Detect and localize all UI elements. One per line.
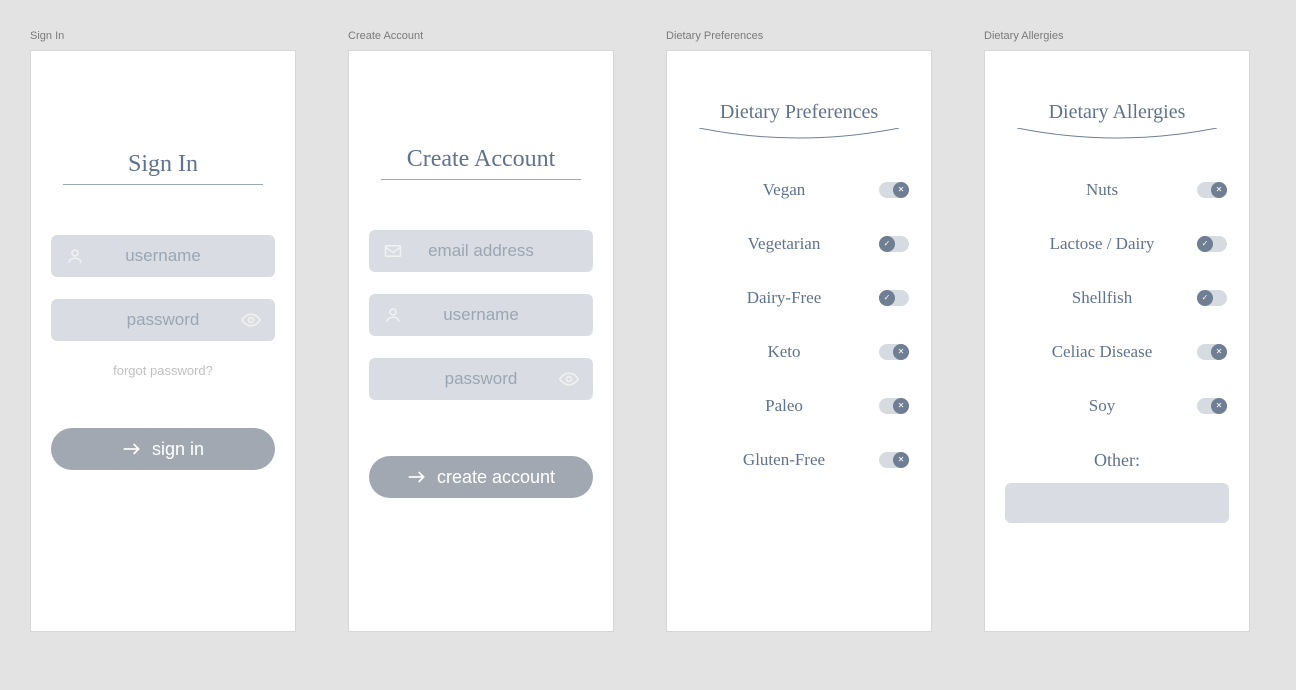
create-account-button-label: create account: [437, 467, 555, 488]
pref-toggle[interactable]: ✕: [879, 452, 909, 468]
create-account-button[interactable]: create account: [369, 456, 593, 498]
username-placeholder: username: [87, 246, 239, 266]
pref-label: Vegan: [689, 180, 879, 200]
decorative-divider-icon: [699, 128, 899, 140]
x-icon: ✕: [1211, 344, 1227, 360]
check-icon: ✓: [1197, 236, 1213, 252]
title-divider: [63, 184, 263, 185]
user-icon: [63, 247, 87, 265]
username-input[interactable]: username: [369, 294, 593, 336]
forgot-password-link[interactable]: forgot password?: [113, 363, 213, 378]
password-placeholder: password: [405, 369, 557, 389]
check-icon: ✓: [879, 290, 895, 306]
sign-in-button[interactable]: sign in: [51, 428, 275, 470]
dietary-preferences-screen: Dietary Preferences Vegan✕Vegetarian✓Dai…: [666, 50, 932, 632]
pref-row: Paleo ✕: [689, 396, 909, 416]
prefs-title: Dietary Preferences: [720, 101, 878, 124]
eye-icon[interactable]: [239, 313, 263, 327]
other-allergy-input[interactable]: [1005, 483, 1229, 523]
title-divider: [381, 179, 581, 180]
screen-label-allerg: Dietary Allergies: [984, 30, 1250, 42]
arrow-right-icon: [122, 442, 142, 456]
sign-in-button-label: sign in: [152, 439, 204, 460]
allergy-label: Nuts: [1007, 180, 1197, 200]
email-input[interactable]: email address: [369, 230, 593, 272]
x-icon: ✕: [1211, 398, 1227, 414]
allerg-title: Dietary Allergies: [1049, 101, 1186, 124]
pref-toggle[interactable]: ✕: [879, 344, 909, 360]
pref-row: Vegan ✕: [689, 180, 909, 200]
pref-toggle[interactable]: ✓: [879, 290, 909, 306]
allergy-label: Shellfish: [1007, 288, 1197, 308]
pref-row: Vegetarian✓: [689, 234, 909, 254]
username-placeholder: username: [405, 305, 557, 325]
pref-row: Gluten-Free ✕: [689, 450, 909, 470]
check-icon: ✓: [879, 236, 895, 252]
pref-label: Gluten-Free: [689, 450, 879, 470]
allergy-label: Celiac Disease: [1007, 342, 1197, 362]
pref-label: Keto: [689, 342, 879, 362]
create-account-screen: Create Account email address username pa…: [348, 50, 614, 632]
x-icon: ✕: [893, 182, 909, 198]
pref-toggle[interactable]: ✓: [879, 236, 909, 252]
pref-toggle[interactable]: ✕: [879, 182, 909, 198]
pref-label: Vegetarian: [689, 234, 879, 254]
x-icon: ✕: [1211, 182, 1227, 198]
pref-label: Paleo: [689, 396, 879, 416]
allergy-toggle[interactable]: ✓: [1197, 290, 1227, 306]
allergy-row: Soy ✕: [1007, 396, 1227, 416]
username-input[interactable]: username: [51, 235, 275, 277]
screen-label-prefs: Dietary Preferences: [666, 30, 932, 42]
allergy-toggle[interactable]: ✕: [1197, 398, 1227, 414]
decorative-divider-icon: [1017, 128, 1217, 140]
arrow-right-icon: [407, 470, 427, 484]
allergy-label: Soy: [1007, 396, 1197, 416]
x-icon: ✕: [893, 344, 909, 360]
check-icon: ✓: [1197, 290, 1213, 306]
pref-toggle[interactable]: ✕: [879, 398, 909, 414]
signin-title: Sign In: [128, 151, 198, 178]
x-icon: ✕: [893, 398, 909, 414]
allergy-toggle[interactable]: ✓: [1197, 236, 1227, 252]
other-label: Other:: [1094, 450, 1140, 471]
allergy-row: Lactose / Dairy✓: [1007, 234, 1227, 254]
password-placeholder: password: [87, 310, 239, 330]
dietary-allergies-screen: Dietary Allergies Nuts✕Lactose / Dairy✓S…: [984, 50, 1250, 632]
screen-label-signin: Sign In: [30, 30, 296, 42]
screen-label-create: Create Account: [348, 30, 614, 42]
eye-icon[interactable]: [557, 372, 581, 386]
allergy-row: Nuts ✕: [1007, 180, 1227, 200]
email-placeholder: email address: [405, 241, 557, 261]
create-title: Create Account: [407, 146, 556, 173]
x-icon: ✕: [893, 452, 909, 468]
allergy-row: Celiac Disease ✕: [1007, 342, 1227, 362]
pref-row: Keto ✕: [689, 342, 909, 362]
allergy-row: Shellfish✓: [1007, 288, 1227, 308]
user-icon: [381, 306, 405, 324]
allergy-label: Lactose / Dairy: [1007, 234, 1197, 254]
pref-row: Dairy-Free✓: [689, 288, 909, 308]
pref-label: Dairy-Free: [689, 288, 879, 308]
allergy-toggle[interactable]: ✕: [1197, 182, 1227, 198]
allergy-toggle[interactable]: ✕: [1197, 344, 1227, 360]
signin-screen: Sign In username password forgot passwor…: [30, 50, 296, 632]
password-input[interactable]: password: [51, 299, 275, 341]
envelope-icon: [381, 244, 405, 258]
password-input[interactable]: password: [369, 358, 593, 400]
